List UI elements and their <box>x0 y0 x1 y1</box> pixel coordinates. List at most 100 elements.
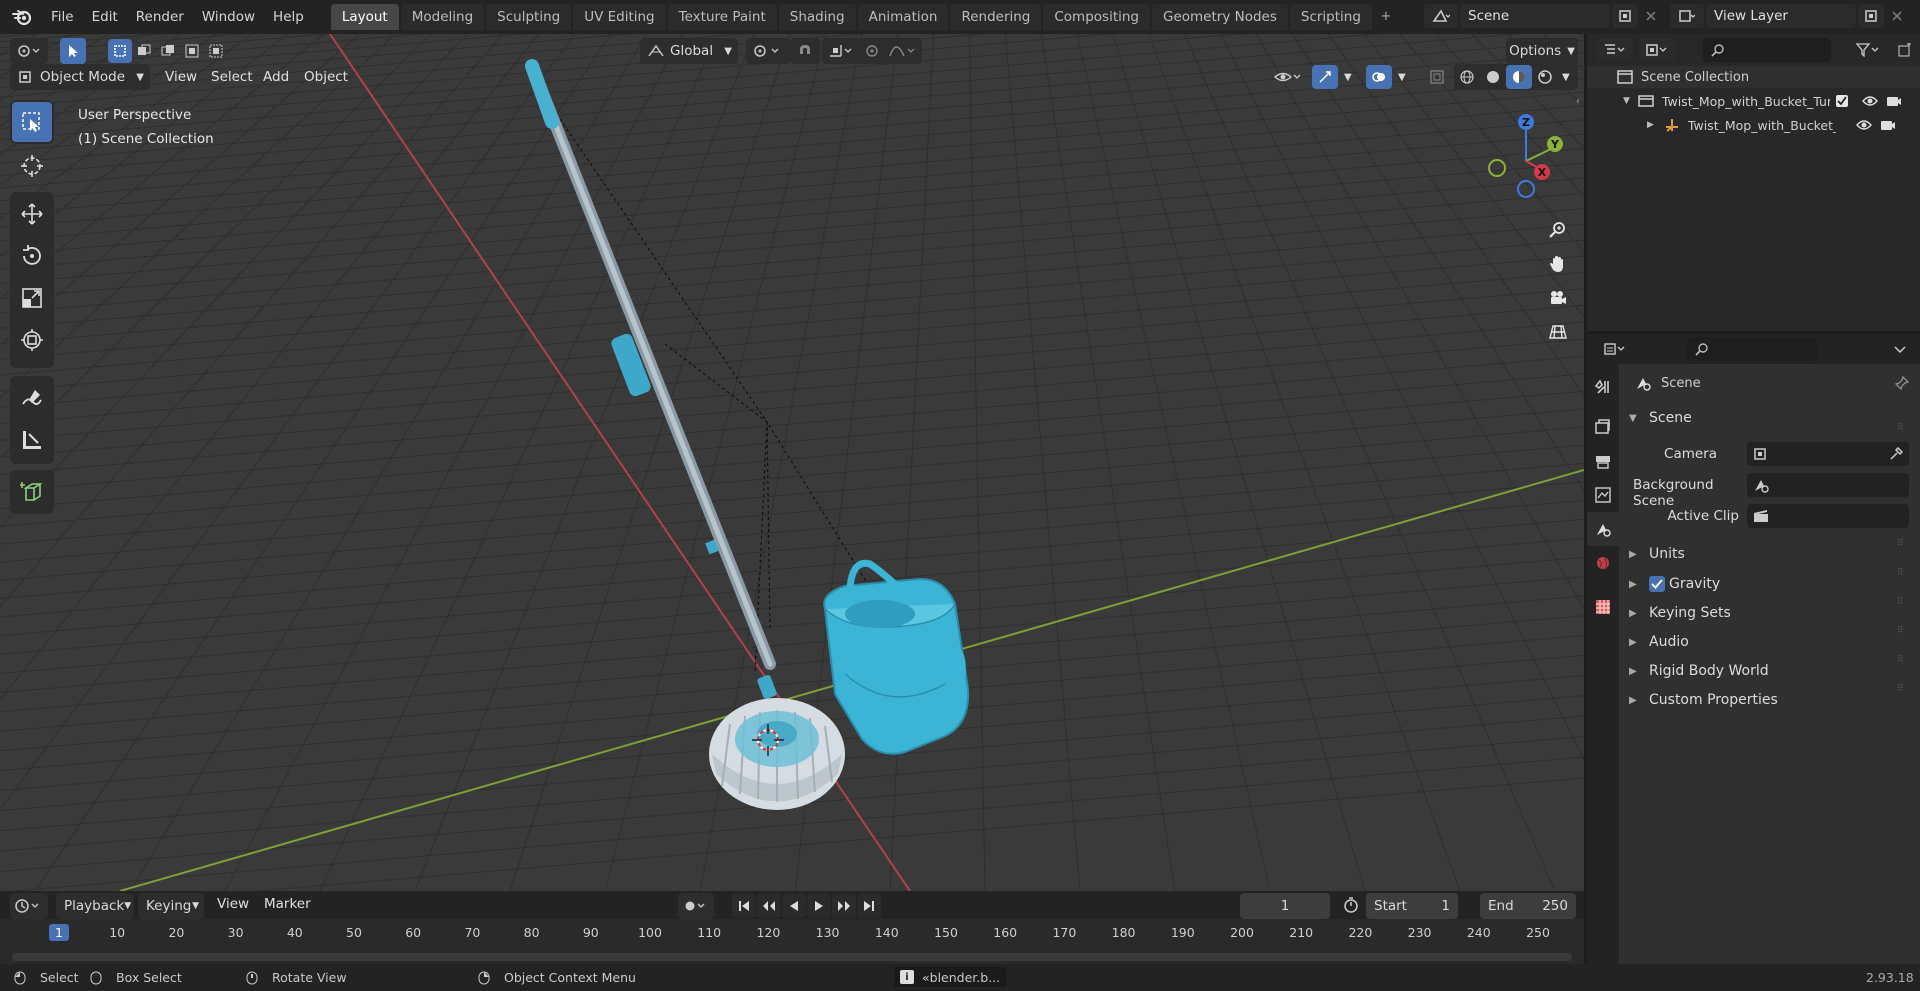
keying-sets-panel-header[interactable]: ▶ Keying Sets <box>1629 605 1731 621</box>
pin-icon[interactable] <box>1895 376 1909 390</box>
viewport-scene[interactable] <box>0 34 1584 891</box>
overlays-icon[interactable] <box>1366 65 1392 89</box>
select-box-mode-icon[interactable] <box>108 39 132 63</box>
select-extend-icon[interactable] <box>132 39 156 63</box>
outliner-row-collection[interactable]: ▼ Twist_Mop_with_Bucket_Turq <box>1587 90 1920 112</box>
tab-geometry-nodes[interactable]: Geometry Nodes <box>1152 4 1288 30</box>
texture-tab-icon[interactable] <box>1587 590 1619 624</box>
auto-keying-toggle[interactable] <box>678 893 714 919</box>
proportional-editing-group[interactable] <box>858 38 922 64</box>
render-camera-icon[interactable] <box>1886 95 1902 107</box>
play-icon[interactable] <box>807 894 831 918</box>
gizmo-icon[interactable] <box>1312 65 1338 89</box>
outliner-editor-type-icon[interactable] <box>1597 38 1633 62</box>
view-layer-field[interactable]: View Layer <box>1706 4 1856 28</box>
render-camera-icon[interactable] <box>1880 119 1896 131</box>
outliner-row-scene-collection[interactable]: Scene Collection <box>1587 66 1920 88</box>
panel-drag-handles[interactable]: ⠿ ⠿ ⠿ ⠿ ⠿ ⠿ ⠿ <box>1897 414 1911 704</box>
jump-to-keyframe-next-icon[interactable] <box>832 894 856 918</box>
blender-logo-icon[interactable] <box>10 5 34 29</box>
rotate-tool-icon[interactable] <box>12 236 52 276</box>
add-cube-tool-icon[interactable] <box>12 472 52 512</box>
timeline-view-menu[interactable]: View <box>217 896 249 912</box>
tab-animation[interactable]: Animation <box>857 4 949 30</box>
background-scene-field[interactable] <box>1747 473 1909 497</box>
expand-arrow-icon[interactable]: ▼ <box>1623 96 1630 106</box>
annotate-tool-icon[interactable] <box>12 378 52 418</box>
material-preview-shading-icon[interactable] <box>1506 65 1532 89</box>
tab-scripting[interactable]: Scripting <box>1289 4 1372 30</box>
view-layer-tab-icon[interactable] <box>1587 478 1619 512</box>
menu-file[interactable]: File <box>42 1 83 33</box>
scene-field[interactable]: Scene <box>1460 4 1610 28</box>
gravity-checkbox[interactable] <box>1649 576 1665 592</box>
move-tool-icon[interactable] <box>12 194 52 234</box>
active-clip-field[interactable] <box>1747 504 1909 528</box>
xray-toggle-icon[interactable] <box>1424 64 1450 90</box>
visibility-dropdown[interactable] <box>1268 64 1308 90</box>
menu-select[interactable]: Select <box>211 69 253 85</box>
solid-shading-icon[interactable] <box>1480 65 1506 89</box>
select-invert-icon[interactable] <box>180 39 204 63</box>
play-reverse-icon[interactable] <box>782 894 806 918</box>
rigid-body-world-panel-header[interactable]: ▶ Rigid Body World <box>1629 663 1769 679</box>
tab-modeling[interactable]: Modeling <box>400 4 485 30</box>
gravity-panel-header[interactable]: ▶ Gravity <box>1629 576 1720 592</box>
menu-add[interactable]: Add <box>263 69 289 85</box>
select-mode-tweak-icon[interactable] <box>60 38 86 64</box>
collapse-sidebar-icon[interactable]: ‹ <box>1576 96 1580 107</box>
properties-editor-type-icon[interactable] <box>1597 337 1633 361</box>
properties-options-icon[interactable] <box>1887 337 1913 361</box>
menu-edit[interactable]: Edit <box>83 1 127 33</box>
options-dropdown[interactable]: Options ▼ <box>1506 38 1578 64</box>
pivot-point-dropdown[interactable] <box>746 38 790 64</box>
editor-type-button[interactable] <box>10 38 48 64</box>
expand-arrow-icon[interactable]: ▶ <box>1647 120 1654 130</box>
menu-object[interactable]: Object <box>304 69 348 85</box>
units-panel-header[interactable]: ▶ Units <box>1629 546 1685 562</box>
menu-help[interactable]: Help <box>264 1 313 33</box>
playhead-frame-indicator[interactable]: 1 <box>49 924 69 941</box>
custom-properties-panel-header[interactable]: ▶ Custom Properties <box>1629 692 1778 708</box>
visibility-eye-icon[interactable] <box>1861 95 1878 107</box>
tab-uv-editing[interactable]: UV Editing <box>573 4 666 30</box>
tab-rendering[interactable]: Rendering <box>950 4 1042 30</box>
marker-menu[interactable]: Marker <box>264 896 311 912</box>
delete-view-layer-icon[interactable] <box>1884 4 1910 28</box>
view-layer-browse-icon[interactable] <box>1670 4 1704 28</box>
outliner-row-object[interactable]: ▶ Twist_Mop_with_Bucket_ <box>1587 114 1920 136</box>
new-view-layer-icon[interactable] <box>1858 4 1884 28</box>
tab-layout[interactable]: Layout <box>330 4 399 30</box>
world-tab-icon[interactable] <box>1587 546 1619 580</box>
preview-range-stopwatch-icon[interactable] <box>1338 893 1364 917</box>
filter-icon[interactable] <box>1849 38 1889 62</box>
rendered-shading-icon[interactable] <box>1532 65 1558 89</box>
menu-view[interactable]: View <box>165 69 197 85</box>
notification-report[interactable]: i «blender.b... <box>894 967 1007 987</box>
mop-head[interactable] <box>709 698 845 810</box>
navigation-gizmo[interactable]: Z Y X <box>1476 106 1576 206</box>
new-scene-icon[interactable] <box>1612 4 1638 28</box>
start-frame-field[interactable]: Start 1 <box>1366 893 1458 919</box>
scale-tool-icon[interactable] <box>12 278 52 318</box>
new-collection-icon[interactable] <box>1893 38 1917 62</box>
display-mode-icon[interactable] <box>1639 38 1675 62</box>
camera-field[interactable] <box>1747 442 1909 466</box>
3d-viewport[interactable]: Global ▼ Options ▼ Object Mode ▼ View Se… <box>0 34 1584 891</box>
render-tab-icon[interactable] <box>1587 410 1619 444</box>
jump-to-keyframe-prev-icon[interactable] <box>757 894 781 918</box>
jump-to-end-icon[interactable] <box>857 894 881 918</box>
pan-hand-icon[interactable] <box>1542 248 1574 280</box>
playback-menu[interactable]: Playback ▼ <box>56 893 134 919</box>
transform-tool-icon[interactable] <box>12 320 52 360</box>
select-intersect-icon[interactable] <box>204 39 228 63</box>
tab-sculpting[interactable]: Sculpting <box>486 4 572 30</box>
tool-tab-icon[interactable] <box>1587 370 1619 404</box>
menu-render[interactable]: Render <box>127 1 193 33</box>
tab-compositing[interactable]: Compositing <box>1043 4 1150 30</box>
tab-shading[interactable]: Shading <box>778 4 856 30</box>
camera-view-icon[interactable] <box>1542 282 1574 314</box>
current-frame-field[interactable]: 1 <box>1240 893 1330 919</box>
tab-texture-paint[interactable]: Texture Paint <box>667 4 777 30</box>
scene-tab-icon[interactable] <box>1587 512 1619 546</box>
